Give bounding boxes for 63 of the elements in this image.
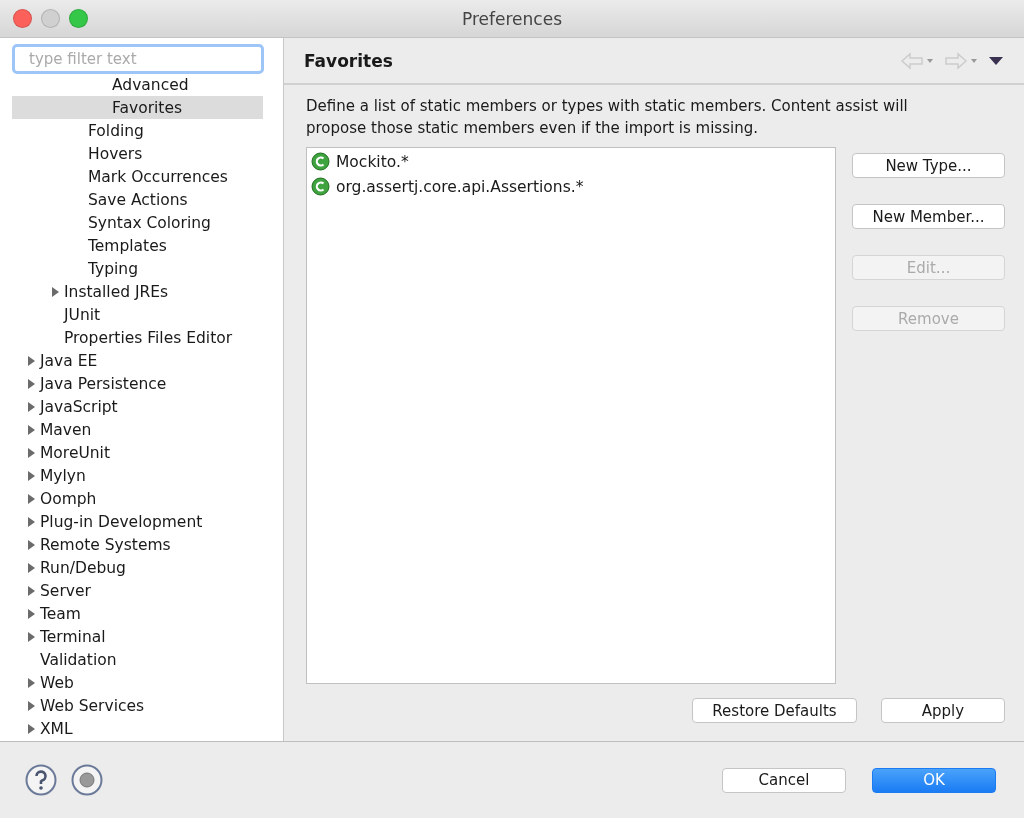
tree-item[interactable]: Installed JREs	[12, 280, 263, 303]
tree-item[interactable]: Maven	[12, 418, 263, 441]
close-button[interactable]	[13, 9, 32, 28]
tree-item[interactable]: Syntax Coloring	[12, 211, 263, 234]
expand-arrow-icon[interactable]	[25, 722, 37, 735]
expand-arrow-icon[interactable]	[25, 699, 37, 712]
expand-arrow-icon[interactable]	[25, 492, 37, 505]
menu-caret-icon[interactable]	[988, 54, 1004, 67]
tree-item[interactable]: MoreUnit	[12, 441, 263, 464]
restore-defaults-button[interactable]: Restore Defaults	[692, 698, 857, 723]
tree-item[interactable]: Terminal	[12, 625, 263, 648]
expand-arrow-icon[interactable]	[25, 584, 37, 597]
expand-arrow-icon[interactable]	[25, 630, 37, 643]
expand-arrow-icon[interactable]	[25, 561, 37, 574]
tree-item[interactable]: Hovers	[12, 142, 263, 165]
tree-item[interactable]: Plug-in Development	[12, 510, 263, 533]
record-icon[interactable]	[71, 764, 103, 796]
page-title: Favorites	[304, 50, 393, 71]
window-title: Preferences	[462, 8, 562, 29]
tree-item[interactable]: Oomph	[12, 487, 263, 510]
tree-item[interactable]: Java EE	[12, 349, 263, 372]
tree-item[interactable]: Remote Systems	[12, 533, 263, 556]
expand-arrow-icon[interactable]	[25, 423, 37, 436]
side-button[interactable]: New Type...	[852, 153, 1005, 178]
expand-arrow-icon[interactable]	[25, 354, 37, 367]
tree-item[interactable]: Mark Occurrences	[12, 165, 263, 188]
tree-item[interactable]: Typing	[12, 257, 263, 280]
tree-item[interactable]: Save Actions	[12, 188, 263, 211]
class-icon	[311, 152, 330, 171]
tree-item[interactable]: Folding	[12, 119, 263, 142]
side-button[interactable]: New Member...	[852, 204, 1005, 229]
expand-arrow-icon[interactable]	[25, 469, 37, 482]
expand-arrow-icon[interactable]	[25, 446, 37, 459]
tree-item[interactable]: Properties Files Editor	[12, 326, 263, 349]
expand-arrow-icon[interactable]	[25, 377, 37, 390]
expand-arrow-icon[interactable]	[25, 400, 37, 413]
tree-item[interactable]: Mylyn	[12, 464, 263, 487]
apply-button[interactable]: Apply	[881, 698, 1005, 723]
tree-item[interactable]: Web Services	[12, 694, 263, 717]
tree-item[interactable]: Templates	[12, 234, 263, 257]
help-icon[interactable]	[25, 764, 57, 796]
expand-arrow-icon[interactable]	[49, 285, 61, 298]
tree-item[interactable]: Run/Debug	[12, 556, 263, 579]
tree-item[interactable]: Favorites	[12, 96, 263, 119]
filter-field[interactable]: type filter text	[12, 44, 264, 74]
tree-item[interactable]: Validation	[12, 648, 263, 671]
expand-arrow-icon[interactable]	[25, 515, 37, 528]
class-icon	[311, 177, 330, 196]
description-text: Define a list of static members or types with static members. Content assist will propose those static members even if the import is missing.	[306, 96, 909, 139]
tree-item[interactable]: JavaScript	[12, 395, 263, 418]
favorite-item[interactable]: org.assertj.core.api.Assertions.*	[311, 174, 831, 199]
expand-arrow-icon[interactable]	[25, 538, 37, 551]
tree-item[interactable]: Web	[12, 671, 263, 694]
expand-arrow-icon[interactable]	[25, 676, 37, 689]
cancel-button[interactable]: Cancel	[722, 767, 846, 793]
tree-item[interactable]: Server	[12, 579, 263, 602]
tree-item[interactable]: Team	[12, 602, 263, 625]
tree-item[interactable]: Advanced	[12, 73, 263, 96]
tree-item[interactable]: XML	[12, 717, 263, 740]
tree-item[interactable]: JUnit	[12, 303, 263, 326]
favorite-item[interactable]: Mockito.*	[311, 149, 831, 174]
tree-item[interactable]: Java Persistence	[12, 372, 263, 395]
expand-arrow-icon[interactable]	[25, 607, 37, 620]
